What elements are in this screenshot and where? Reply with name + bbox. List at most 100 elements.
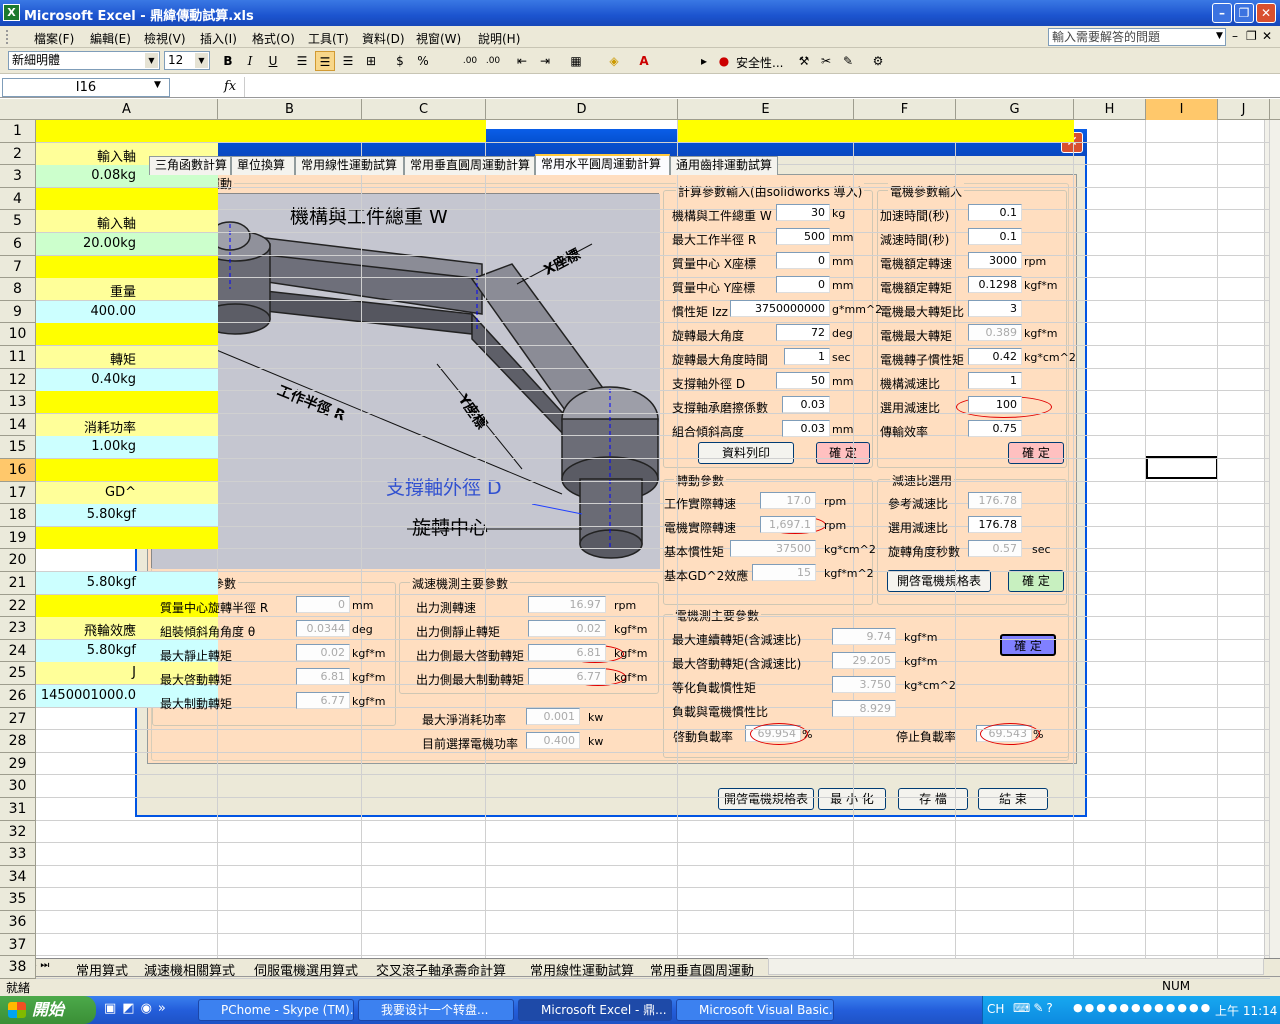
dialog-tab-0[interactable]: 三角函數計算	[149, 156, 231, 175]
column-header-E[interactable]: E	[678, 99, 854, 120]
name-box[interactable]: I16	[2, 78, 170, 97]
power-field-1[interactable]: 0.400	[526, 732, 580, 749]
taskbar-item-0[interactable]: PChome - Skype (TM)...	[198, 999, 354, 1021]
menu-item-8[interactable]: 說明(H)	[478, 30, 520, 47]
column-header-I[interactable]: I	[1146, 99, 1218, 120]
ratio-ok-button[interactable]: 確 定	[1008, 570, 1064, 592]
row-header-14[interactable]: 14	[0, 413, 36, 437]
merge-center-icon[interactable]: ⊞	[361, 51, 381, 71]
play-icon[interactable]: ▸	[694, 51, 714, 71]
row-header-1[interactable]: 1	[0, 120, 36, 143]
row-header-11[interactable]: 11	[0, 346, 36, 369]
doc-close-button[interactable]: ✕	[1262, 29, 1272, 43]
cell-text-A18[interactable]: 5.80kgf	[40, 507, 136, 522]
reducer-field-0[interactable]: 16.97	[528, 596, 606, 613]
align-right-icon[interactable]: ☰	[338, 51, 358, 71]
dialog-tab-3[interactable]: 常用垂直圓周運動計算	[404, 156, 535, 175]
taskbar-item-1[interactable]: 我要设计一个转盘...	[358, 999, 514, 1021]
security-button[interactable]: 安全性...	[736, 54, 783, 71]
calc-field-6[interactable]: 1	[784, 348, 830, 365]
chevron-down-icon[interactable]: ▼	[154, 80, 161, 90]
input-language[interactable]: CH	[987, 1002, 1004, 1016]
increase-decimal-button[interactable]: .00	[460, 51, 480, 71]
motor-field-4[interactable]: 3	[968, 300, 1022, 317]
fill-color-icon[interactable]: ◈	[604, 51, 624, 71]
font-color-icon[interactable]: A	[634, 51, 654, 71]
row-header-5[interactable]: 5	[0, 210, 36, 233]
fx-icon[interactable]: fx	[224, 79, 236, 94]
motor-field-0[interactable]: 0.1	[968, 204, 1022, 221]
row-header-4[interactable]: 4	[0, 187, 36, 211]
row-header-32[interactable]: 32	[0, 820, 36, 844]
row-header-30[interactable]: 30	[0, 775, 36, 798]
row-header-3[interactable]: 3	[0, 165, 36, 188]
motor-field-1[interactable]: 0.1	[968, 228, 1022, 245]
mm-field-1[interactable]: 29.205	[832, 652, 896, 669]
row-header-20[interactable]: 20	[0, 549, 36, 572]
font-size-select[interactable]: 12 ▼	[164, 51, 210, 70]
rot-field-2[interactable]: 37500	[730, 540, 816, 557]
menu-item-7[interactable]: 視窗(W)	[416, 30, 461, 47]
design-icon[interactable]: ✎	[838, 51, 858, 71]
rot-field-1[interactable]: 1,697.1	[760, 516, 816, 533]
italic-button[interactable]: I	[240, 51, 260, 71]
row-header-13[interactable]: 13	[0, 391, 36, 414]
column-header-F[interactable]: F	[854, 99, 956, 120]
cell-A16[interactable]	[36, 459, 218, 481]
motor-field-3[interactable]: 0.1298	[968, 276, 1022, 293]
cell-A19[interactable]	[36, 526, 218, 549]
column-header-B[interactable]: B	[218, 99, 362, 120]
taskbar-item-2[interactable]: Microsoft Excel - 鼎...	[518, 999, 672, 1021]
outdent-icon[interactable]: ⇤	[512, 51, 532, 71]
open-motor-spec-button[interactable]: 開啓電機規格表	[887, 570, 991, 592]
notification-icons[interactable]: ●●●●●●●●●●●●	[1073, 1001, 1212, 1014]
calc-field-7[interactable]: 50	[776, 372, 830, 389]
motor-ok-button[interactable]: 確 定	[1008, 442, 1064, 464]
row-header-17[interactable]: 17	[0, 481, 36, 505]
row-header-28[interactable]: 28	[0, 730, 36, 753]
chevron-down-icon[interactable]: ▼	[1216, 31, 1223, 41]
indent-icon[interactable]: ⇥	[535, 51, 555, 71]
row-header-35[interactable]: 35	[0, 888, 36, 911]
record-icon[interactable]: ●	[714, 51, 734, 71]
calc-field-8[interactable]: 0.03	[782, 396, 830, 413]
row-header-18[interactable]: 18	[0, 504, 36, 527]
cell-text-A26[interactable]: 1450001000.0	[40, 688, 136, 703]
save-button[interactable]: 存 檔	[898, 788, 968, 810]
row-header-15[interactable]: 15	[0, 436, 36, 459]
cell-A1[interactable]	[36, 120, 218, 142]
menu-item-4[interactable]: 格式(O)	[252, 30, 295, 47]
row-header-38[interactable]: 38	[0, 956, 36, 979]
calc-field-5[interactable]: 72	[776, 324, 830, 341]
row-header-19[interactable]: 19	[0, 526, 36, 550]
align-center-icon[interactable]: ☰	[315, 51, 335, 71]
motor-field-5[interactable]: 0.389	[968, 324, 1022, 341]
row-header-22[interactable]: 22	[0, 594, 36, 618]
font-name-select[interactable]: 新細明體 ▼	[8, 51, 160, 70]
row-header-31[interactable]: 31	[0, 798, 36, 821]
bold-button[interactable]: B	[218, 51, 238, 71]
cell-text-A2[interactable]: 輸入軸	[40, 146, 136, 165]
cell-text-A3[interactable]: 0.08kg	[40, 168, 136, 183]
menu-item-0[interactable]: 檔案(F)	[34, 30, 74, 47]
cell-A4[interactable]	[36, 187, 218, 210]
cell-text-A21[interactable]: 5.80kgf	[40, 575, 136, 590]
cell-text-A25[interactable]: J	[40, 665, 136, 680]
reducer-field-3[interactable]: 6.77	[528, 668, 606, 685]
calc-field-2[interactable]: 0	[776, 252, 830, 269]
tools-icon[interactable]: ✂	[816, 51, 836, 71]
motor-field-9[interactable]: 0.75	[968, 420, 1022, 437]
row-header-29[interactable]: 29	[0, 752, 36, 776]
cell-text-A14[interactable]: 消耗功率	[40, 417, 136, 436]
dialog-tab-1[interactable]: 單位換算	[231, 156, 295, 175]
row-header-36[interactable]: 36	[0, 911, 36, 934]
borders-icon[interactable]: ▦	[566, 51, 586, 71]
reducer-field-1[interactable]: 0.02	[528, 620, 606, 637]
reducer-field-2[interactable]: 6.81	[528, 644, 606, 661]
cell-B1[interactable]	[218, 120, 486, 142]
row-header-6[interactable]: 6	[0, 233, 36, 256]
cell-text-A23[interactable]: 飛輪效應	[40, 620, 136, 639]
mm-field-0[interactable]: 9.74	[832, 628, 896, 645]
print-data-button[interactable]: 資料列印	[698, 442, 794, 464]
row-header-16[interactable]: 16	[0, 459, 36, 482]
